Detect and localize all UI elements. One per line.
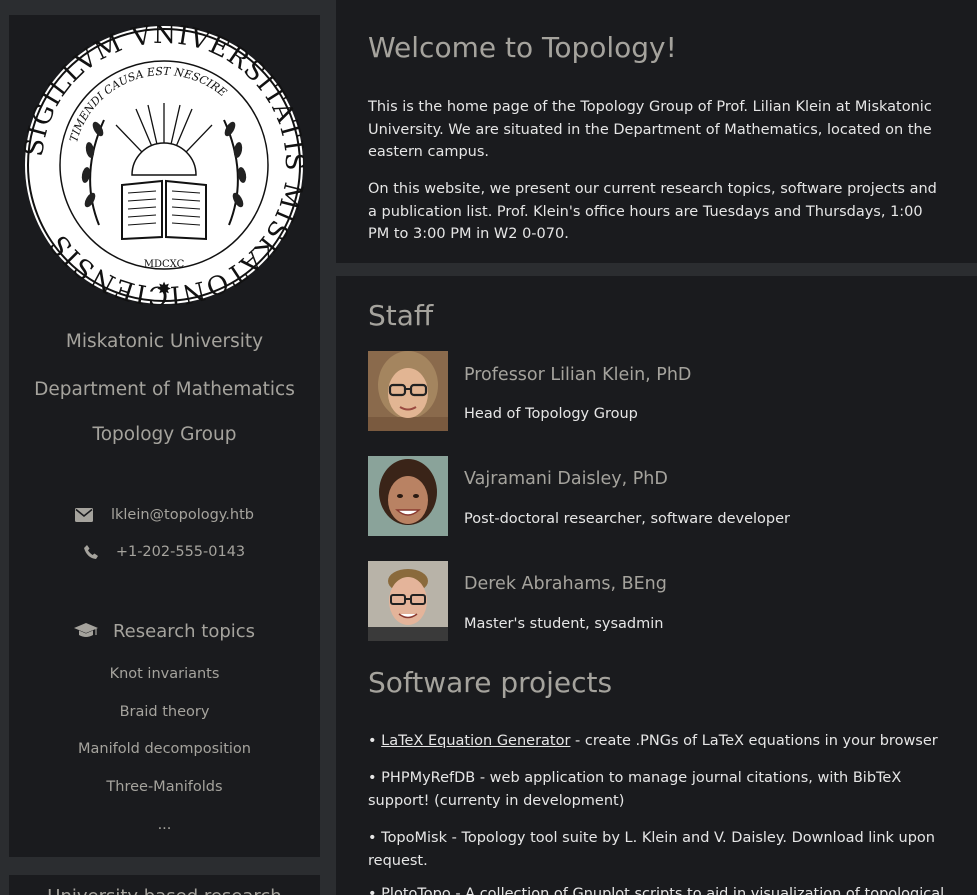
group-name: Topology Group <box>92 424 237 445</box>
university-research-heading: University based research <box>9 886 320 895</box>
staff-photo-klein <box>368 351 448 431</box>
project-item-phpmyrefdb: • PHPMyRefDB - web application to manage… <box>368 770 902 809</box>
staff-role-daisley: Post-doctoral researcher, software devel… <box>464 511 790 527</box>
sidebar: SIGILLVM VNIVERSITATIS MISKATONICIENSIS … <box>9 15 320 857</box>
project-item-topomisk: • TopoMisk - Topology tool suite by L. K… <box>368 830 935 869</box>
welcome-panel: Welcome to Topology! This is the home pa… <box>336 0 977 263</box>
latex-generator-link[interactable]: LaTeX Equation Generator <box>381 733 570 749</box>
staff-name-daisley: Vajramani Daisley, PhD <box>464 469 668 489</box>
svg-text:MDCXC: MDCXC <box>144 259 185 270</box>
topic-manifold-decomposition[interactable]: Manifold decomposition <box>9 741 320 757</box>
staff-title: Staff <box>368 299 434 332</box>
topic-braid-theory[interactable]: Braid theory <box>9 704 320 720</box>
graduation-cap-icon <box>73 623 98 637</box>
topic-more[interactable]: ... <box>9 817 320 833</box>
welcome-title: Welcome to Topology! <box>368 31 677 64</box>
envelope-icon <box>74 508 93 522</box>
sidebar-research-panel: University based research <box>9 875 320 895</box>
staff-name-abrahams: Derek Abrahams, BEng <box>464 574 667 594</box>
email-contact[interactable]: lklein@topology.htb <box>9 505 320 525</box>
project-item-latex: • LaTeX Equation Generator - create .PNG… <box>368 733 938 749</box>
welcome-intro-paragraph: This is the home page of the Topology Gr… <box>368 99 932 160</box>
topic-three-manifolds[interactable]: Three-Manifolds <box>9 779 320 795</box>
research-topics-title: Research topics <box>112 620 256 642</box>
phone-contact[interactable]: +1-202-555-0143 <box>9 542 320 562</box>
projects-title: Software projects <box>368 666 613 699</box>
topic-knot-invariants[interactable]: Knot invariants <box>9 666 320 682</box>
staff-role-klein: Head of Topology Group <box>464 406 638 422</box>
phone-icon <box>83 545 98 559</box>
welcome-info-paragraph: On this website, we present our current … <box>368 181 937 242</box>
phone-text[interactable]: +1-202-555-0143 <box>116 544 245 560</box>
email-text[interactable]: lklein@topology.htb <box>111 507 254 523</box>
project-item-plototopo: • PlotoTopo - A collection of Gnuplot sc… <box>368 886 945 895</box>
staff-photo-abrahams <box>368 561 448 641</box>
university-seal-logo: SIGILLVM VNIVERSITATIS MISKATONICIENSIS … <box>24 25 304 305</box>
staff-panel: Staff Professor Lilian Klein, PhD Head o… <box>336 276 977 895</box>
staff-role-abrahams: Master's student, sysadmin <box>464 616 664 632</box>
page: SIGILLVM VNIVERSITATIS MISKATONICIENSIS … <box>0 0 977 895</box>
svg-text:✸: ✸ <box>156 279 171 300</box>
department-name: Department of Mathematics <box>34 379 295 400</box>
staff-photo-daisley <box>368 456 448 536</box>
staff-name-klein: Professor Lilian Klein, PhD <box>464 365 692 385</box>
university-name: Miskatonic University <box>65 331 264 352</box>
research-topics-heading: Research topics <box>9 619 320 643</box>
